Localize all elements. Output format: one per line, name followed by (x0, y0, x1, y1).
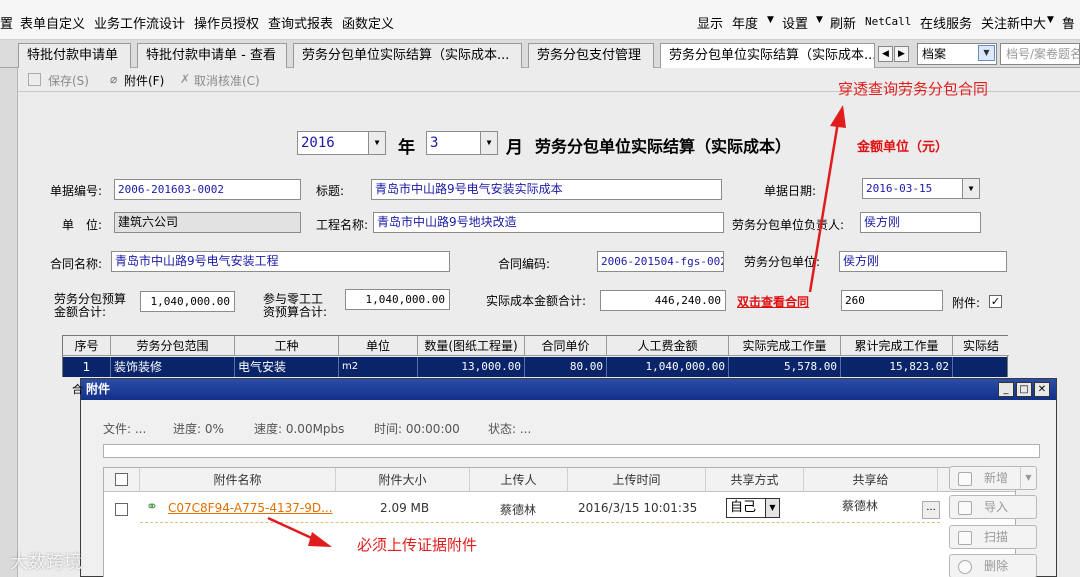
arrow-bottom-line (267, 516, 317, 542)
annotation-arrows (267, 105, 846, 547)
arrow-bottom-head (308, 532, 332, 547)
arrow-top-line (808, 121, 840, 293)
arrow-top-head (830, 105, 846, 128)
watermark: 大数跨境 (10, 552, 82, 573)
